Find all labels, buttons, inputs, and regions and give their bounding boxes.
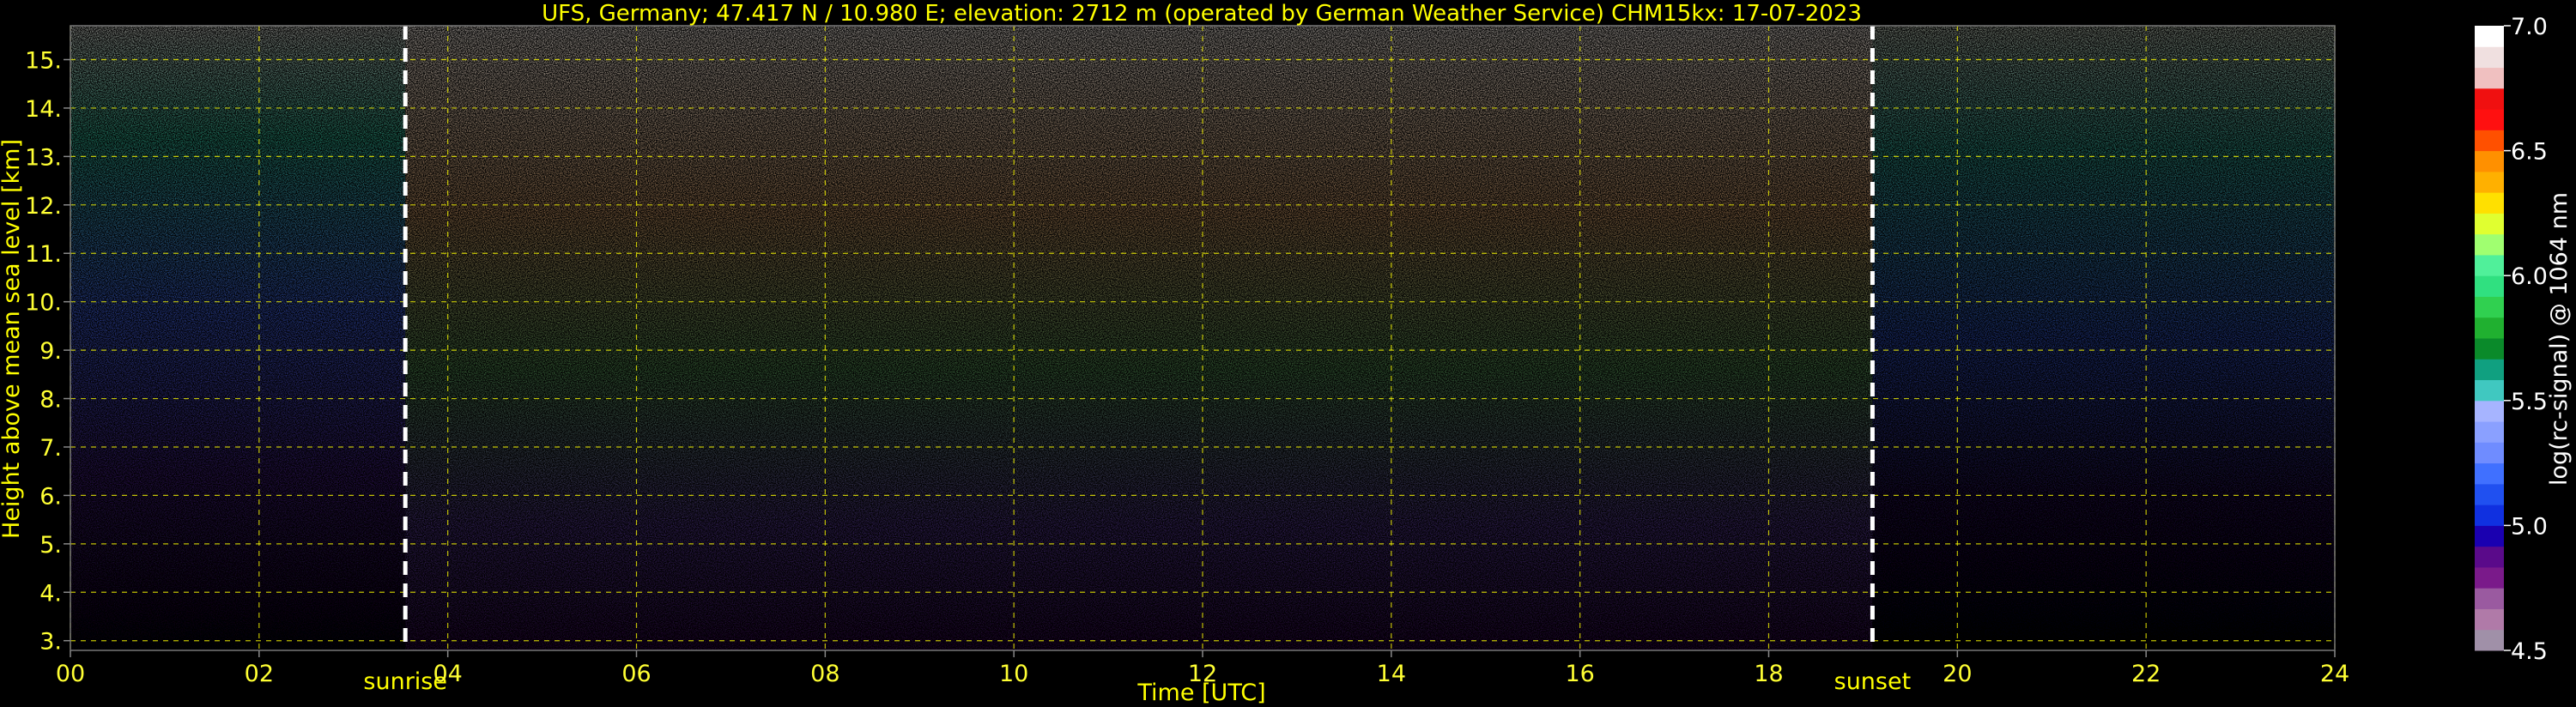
ceilometer-chart: sunrise sunset 00 02 04 06 08 10 12 14 16 18 20 22 24… (0, 1, 2573, 706)
x-tick-label: 04 (433, 661, 462, 687)
signal-night-morning (70, 26, 406, 650)
y-tick-label: 6. (39, 483, 62, 510)
colorbar-segment (2475, 46, 2504, 69)
x-tick-label: 06 (621, 661, 651, 687)
colorbar-segment (2475, 67, 2504, 89)
colorbar-segment (2475, 421, 2504, 443)
colorbar-segment (2475, 88, 2504, 110)
colorbar-segment (2475, 442, 2504, 464)
sunset-label: sunset (1834, 668, 1912, 695)
chart-title: UFS, Germany; 47.417 N / 10.980 E; eleva… (542, 1, 1862, 27)
colorbar-segment (2475, 588, 2504, 609)
colorbar-tick-label: 4.5 (2511, 638, 2548, 665)
x-tick-label: 02 (245, 661, 274, 687)
colorbar-segment (2475, 296, 2504, 318)
y-tick-label: 7. (39, 435, 62, 462)
y-axis-label: Height above mean sea level [km] (0, 139, 25, 539)
colorbar-segment (2475, 171, 2504, 193)
x-tick-label: 22 (2131, 661, 2161, 687)
colorbar-tick-label: 5.5 (2511, 389, 2548, 415)
signal-daytime (405, 26, 1873, 650)
x-tick-label: 24 (2320, 661, 2349, 687)
colorbar: 4.5 5.0 5.5 6.0 6.5 7.0 (2475, 14, 2548, 665)
colorbar-segment (2475, 192, 2504, 214)
colorbar-segment (2475, 505, 2504, 526)
y-tick-label: 5. (39, 532, 62, 559)
colorbar-segment (2475, 150, 2504, 172)
colorbar-segment (2475, 400, 2504, 422)
colorbar-segment (2475, 525, 2504, 547)
x-tick-label: 16 (1565, 661, 1594, 687)
colorbar-segment (2475, 546, 2504, 568)
colorbar-segment (2475, 608, 2504, 631)
x-tick-label: 00 (56, 661, 85, 687)
colorbar-segment (2475, 359, 2504, 381)
colorbar-segment (2475, 317, 2504, 339)
y-tick-label: 10. (25, 290, 62, 317)
y-tick-label: 12. (25, 193, 62, 220)
y-tick-label: 11. (25, 241, 62, 268)
x-tick-label: 14 (1377, 661, 1406, 687)
signal-night-evening (1872, 26, 2335, 650)
colorbar-segment (2475, 109, 2504, 130)
colorbar-segment (2475, 26, 2504, 47)
y-tick-label: 4. (39, 580, 62, 607)
colorbar-segment (2475, 462, 2504, 485)
colorbar-segment (2475, 629, 2504, 651)
y-tick-label: 14. (25, 96, 62, 123)
x-tick-label: 20 (1943, 661, 1972, 687)
x-tick-label: 18 (1754, 661, 1783, 687)
y-tick-label: 13. (25, 144, 62, 171)
colorbar-segment (2475, 213, 2504, 235)
colorbar-tick-label: 5.0 (2511, 513, 2548, 540)
colorbar-tick-label: 6.5 (2511, 139, 2548, 166)
x-axis-label: Time [UTC] (1136, 680, 1265, 706)
colorbar-segment (2475, 254, 2504, 276)
y-tick-label: 8. (39, 387, 62, 414)
y-tick-label: 3. (39, 629, 62, 656)
colorbar-tick-label: 7.0 (2511, 14, 2548, 40)
y-tick-label: 15. (25, 48, 62, 75)
y-tick-label: 9. (39, 338, 62, 365)
colorbar-segment (2475, 566, 2504, 589)
x-tick-label: 08 (810, 661, 839, 687)
colorbar-segment (2475, 379, 2504, 402)
colorbar-segment (2475, 275, 2504, 297)
colorbar-segment (2475, 130, 2504, 152)
colorbar-tick-label: 6.0 (2511, 263, 2548, 290)
colorbar-label: log(rc-signal) @ 1064 nm (2546, 192, 2573, 486)
colorbar-segment (2475, 338, 2504, 360)
x-tick-label: 10 (999, 661, 1028, 687)
colorbar-segment (2475, 233, 2504, 256)
colorbar-segment (2475, 483, 2504, 505)
